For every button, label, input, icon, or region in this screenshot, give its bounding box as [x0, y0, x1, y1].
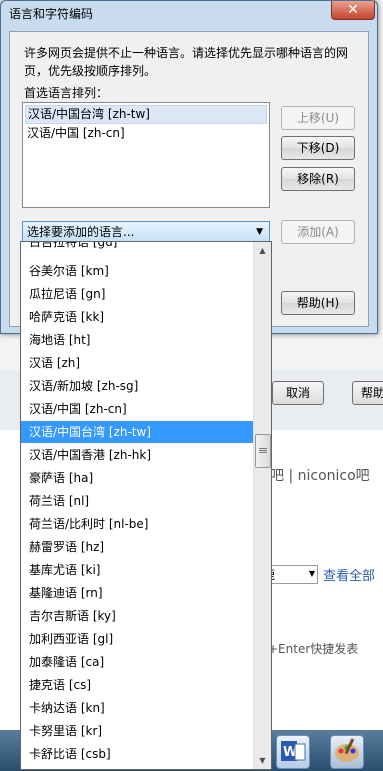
language-option[interactable]: 基库尤语 [ki] — [21, 559, 253, 581]
scrollbar-thumb[interactable] — [255, 434, 271, 468]
dialog-title: 语言和字符编码 — [9, 7, 94, 21]
paint-app-icon[interactable] — [330, 735, 364, 769]
chevron-down-icon: ▼ — [308, 569, 315, 578]
language-option[interactable]: 卡舒比语 [csb] — [21, 743, 253, 765]
language-option[interactable]: 谷美尔语 [km] — [21, 260, 253, 282]
scroll-down-arrow-icon[interactable]: ▼ — [254, 752, 271, 769]
close-icon: ✕ — [347, 2, 359, 18]
language-option[interactable]: 赫雷罗语 [hz] — [21, 536, 253, 558]
dialog-description: 许多网页会提供不止一种语言。请选择优先显示哪种语言的网页，优先级按顺序排列。 — [24, 46, 349, 78]
close-button[interactable]: ✕ — [331, 1, 375, 20]
palette-icon — [335, 738, 359, 762]
move-down-button[interactable]: 下移(D) — [281, 136, 355, 160]
chevron-down-icon: ▼ — [256, 227, 263, 237]
add-language-select[interactable]: 选择要添加的语言... ▼ — [22, 221, 270, 243]
preferred-language-item[interactable]: 汉语/中国台湾 [zh-tw] — [25, 105, 267, 124]
language-option[interactable]: 吉尔吉斯语 [ky] — [21, 605, 253, 627]
language-option[interactable]: 海地语 [ht] — [21, 329, 253, 351]
language-option[interactable]: 汉语/中国 [zh-cn] — [21, 398, 253, 420]
add-language-select-value: 选择要添加的语言... — [27, 225, 135, 239]
background-help-button[interactable]: 帮助 — [352, 381, 383, 405]
move-up-button[interactable]: 上移(U) — [281, 106, 355, 130]
scroll-up-arrow-icon[interactable]: ▲ — [254, 242, 271, 259]
language-option[interactable]: 加泰隆语 [ca] — [21, 651, 253, 673]
dropdown-scrollbar[interactable]: ▲ ▼ — [253, 242, 271, 769]
dialog-titlebar[interactable]: 语言和字符编码 ✕ — [1, 1, 377, 25]
view-all-link[interactable]: 查看全部 — [323, 565, 375, 584]
language-option[interactable]: 汉语 [zh] — [21, 352, 253, 374]
word-icon: W — [281, 741, 306, 761]
add-button[interactable]: 添加(A) — [281, 220, 355, 244]
language-option[interactable]: 加利西亚语 [gl] — [21, 628, 253, 650]
grip-line — [259, 450, 267, 451]
preferred-languages-list[interactable]: 汉语/中国台湾 [zh-tw] 汉语/中国 [zh-cn] — [22, 102, 270, 208]
language-option[interactable]: 卡努里语 [kr] — [21, 720, 253, 742]
background-hint-text: +Enter快捷发表 — [268, 642, 359, 656]
language-option[interactable]: 哈萨克语 [kk] — [21, 306, 253, 328]
language-option[interactable]: 瓜拉尼语 [gn] — [21, 283, 253, 305]
language-dropdown-list[interactable]: 古吉拉特语 [gu] 谷美尔语 [km] 瓜拉尼语 [gn] 哈萨克语 [kk]… — [20, 241, 272, 770]
language-option[interactable]: 豪萨语 [ha] — [21, 467, 253, 489]
remove-button[interactable]: 移除(R) — [281, 167, 355, 191]
language-option[interactable]: 卡纳达语 [kn] — [21, 697, 253, 719]
language-option[interactable]: 荷兰语/比利时 [nl-be] — [21, 513, 253, 535]
grip-line — [259, 452, 267, 453]
language-option-highlighted[interactable]: 汉语/中国台湾 [zh-tw] — [21, 421, 253, 443]
word-app-icon[interactable]: W — [276, 735, 310, 769]
language-option[interactable]: 汉语/新加坡 [zh-sg] — [21, 375, 253, 397]
preferred-languages-label: 首选语言排列： — [24, 86, 109, 100]
background-forum-title: 吧 | niconico吧 — [270, 468, 370, 484]
language-option[interactable]: 汉语/中国香港 [zh-hk] — [21, 444, 253, 466]
language-option[interactable]: 古吉拉特语 [gu] — [21, 242, 253, 253]
language-option[interactable]: 捷克语 [cs] — [21, 674, 253, 696]
preferred-language-item[interactable]: 汉语/中国 [zh-cn] — [23, 124, 269, 143]
help-button[interactable]: 帮助(H) — [281, 291, 355, 315]
background-cancel-button[interactable]: 取消 — [272, 381, 324, 405]
language-option[interactable]: 基隆迪语 [rn] — [21, 582, 253, 604]
grip-line — [259, 448, 267, 449]
language-option[interactable]: 荷兰语 [nl] — [21, 490, 253, 512]
